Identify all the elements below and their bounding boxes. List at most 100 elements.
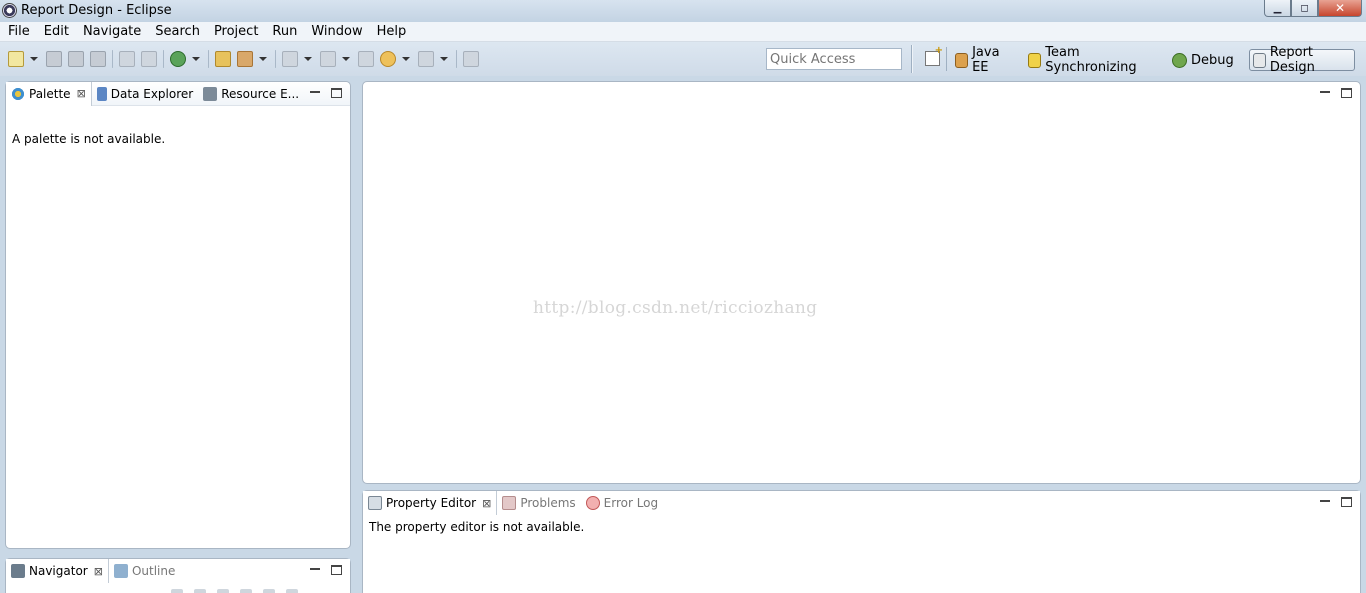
menu-help[interactable]: Help <box>377 24 407 39</box>
palette-icon <box>11 86 25 101</box>
view-controls <box>299 87 342 99</box>
quick-access-input[interactable] <box>766 48 902 70</box>
maximize-view-icon[interactable] <box>331 88 342 98</box>
minimize-view-icon[interactable] <box>309 87 321 99</box>
close-tab-icon[interactable]: ⊠ <box>77 87 86 100</box>
back-arrow-icon[interactable] <box>380 51 396 67</box>
perspective-team-synchronizing[interactable]: Team Synchronizing <box>1028 45 1161 75</box>
close-tab-icon[interactable]: ⊠ <box>94 565 103 578</box>
property-editor-message: The property editor is not available. <box>369 520 585 534</box>
tab-problems[interactable]: Problems <box>497 491 580 515</box>
menu-navigate[interactable]: Navigate <box>83 24 141 39</box>
menu-edit[interactable]: Edit <box>44 24 69 39</box>
close-button[interactable]: ✕ <box>1318 0 1362 17</box>
tab-label: Palette <box>29 86 71 101</box>
tab-property-editor[interactable]: Property Editor ⊠ <box>363 491 498 515</box>
java-ee-icon <box>955 52 969 68</box>
open-folder-icon[interactable] <box>215 51 231 67</box>
navigator-view-stack: Navigator ⊠ Outline <box>5 558 351 593</box>
minimize-editor-icon[interactable] <box>1319 87 1331 99</box>
maximize-view-icon[interactable] <box>331 565 342 575</box>
undo-icon[interactable] <box>119 51 135 67</box>
pin-editor-icon[interactable] <box>463 51 479 67</box>
tab-palette[interactable]: Palette ⊠ <box>6 81 92 106</box>
tab-label: Problems <box>520 496 576 510</box>
forward-dropdown-icon[interactable] <box>440 51 448 67</box>
toolbar-separator <box>163 50 164 68</box>
close-tab-icon[interactable]: ⊠ <box>482 497 491 510</box>
editor-controls <box>1309 87 1352 99</box>
perspective-debug[interactable]: Debug <box>1172 49 1238 71</box>
debug-bug-icon <box>1172 52 1187 68</box>
toolbar-separator <box>112 50 113 68</box>
next-annotation-icon[interactable] <box>282 51 298 67</box>
palette-message: A palette is not available. <box>12 132 166 146</box>
tab-data-explorer[interactable]: Data Explorer <box>92 82 198 106</box>
minimize-button[interactable]: ▁ <box>1264 0 1291 17</box>
previous-annotation-dropdown-icon[interactable] <box>342 51 350 67</box>
menu-bar: File Edit Navigate Search Project Run Wi… <box>0 22 1366 42</box>
tab-label: Outline <box>131 564 176 578</box>
palette-tabbar: Palette ⊠ Data Explorer Resource E... <box>6 81 350 106</box>
tab-outline[interactable]: Outline <box>109 559 180 583</box>
eclipse-logo-icon <box>2 3 17 18</box>
toolbar-separator <box>946 47 947 71</box>
perspective-java-ee[interactable]: Java EE <box>955 45 1017 75</box>
perspective-label: Java EE <box>972 45 1000 75</box>
run-report-icon[interactable] <box>170 51 186 67</box>
editor-area[interactable]: http://blog.csdn.net/ricciozhang <box>362 81 1361 484</box>
report-design-icon <box>1252 52 1266 68</box>
link-editor-icon[interactable] <box>263 589 275 593</box>
run-dropdown-icon[interactable] <box>192 51 200 67</box>
new-file-icon[interactable] <box>8 51 24 67</box>
problems-icon <box>502 496 517 510</box>
property-editor-icon <box>368 496 382 510</box>
menu-search[interactable]: Search <box>155 24 200 39</box>
title-bar: Report Design - Eclipse ▁ ◻ ✕ <box>0 0 1366 22</box>
tab-navigator[interactable]: Navigator ⊠ <box>6 559 109 583</box>
menu-window[interactable]: Window <box>311 24 362 39</box>
collapse-all-icon[interactable] <box>240 589 252 593</box>
up-icon[interactable] <box>217 589 229 593</box>
forward-icon[interactable] <box>194 589 206 593</box>
last-edit-icon[interactable] <box>358 51 374 67</box>
open-perspective-icon[interactable] <box>925 45 943 66</box>
minimize-view-icon[interactable] <box>309 564 321 576</box>
tab-error-log[interactable]: Error Log <box>581 491 664 515</box>
view-menu-icon[interactable] <box>286 589 298 593</box>
team-sync-icon <box>1028 52 1042 68</box>
bottom-tabbar: Property Editor ⊠ Problems Error Log <box>363 491 1360 515</box>
menu-project[interactable]: Project <box>214 24 258 39</box>
perspective-report-design[interactable]: Report Design <box>1248 45 1356 75</box>
error-log-icon <box>585 496 600 510</box>
maximize-view-icon[interactable] <box>1341 497 1352 507</box>
brush-icon[interactable] <box>237 51 253 67</box>
maximize-editor-icon[interactable] <box>1341 88 1352 98</box>
maximize-button[interactable]: ◻ <box>1291 0 1318 17</box>
minimize-view-icon[interactable] <box>1319 496 1331 508</box>
menu-run[interactable]: Run <box>272 24 297 39</box>
menu-file[interactable]: File <box>8 24 30 39</box>
save-icon[interactable] <box>46 51 62 67</box>
forward-arrow-icon[interactable] <box>418 51 434 67</box>
back-dropdown-icon[interactable] <box>402 51 410 67</box>
tab-resource-explorer[interactable]: Resource E... <box>198 82 304 106</box>
previous-annotation-icon[interactable] <box>320 51 336 67</box>
palette-view-stack: Palette ⊠ Data Explorer Resource E... A … <box>5 81 351 549</box>
tab-label: Data Explorer <box>110 86 194 101</box>
brush-dropdown-icon[interactable] <box>259 51 267 67</box>
save-all-icon[interactable] <box>68 51 84 67</box>
next-annotation-dropdown-icon[interactable] <box>304 51 312 67</box>
tab-label: Navigator <box>29 564 88 578</box>
tab-label: Error Log <box>603 496 659 510</box>
print-icon[interactable] <box>90 51 106 67</box>
window-controls: ▁ ◻ ✕ <box>1264 0 1362 18</box>
new-dropdown-icon[interactable] <box>30 51 38 67</box>
view-controls <box>299 564 342 576</box>
perspective-label: Report Design <box>1269 45 1315 75</box>
navigator-tabbar: Navigator ⊠ Outline <box>6 559 350 583</box>
perspective-label: Debug <box>1191 52 1234 68</box>
redo-icon[interactable] <box>141 51 157 67</box>
outline-icon <box>113 564 128 578</box>
back-icon[interactable] <box>171 589 183 593</box>
